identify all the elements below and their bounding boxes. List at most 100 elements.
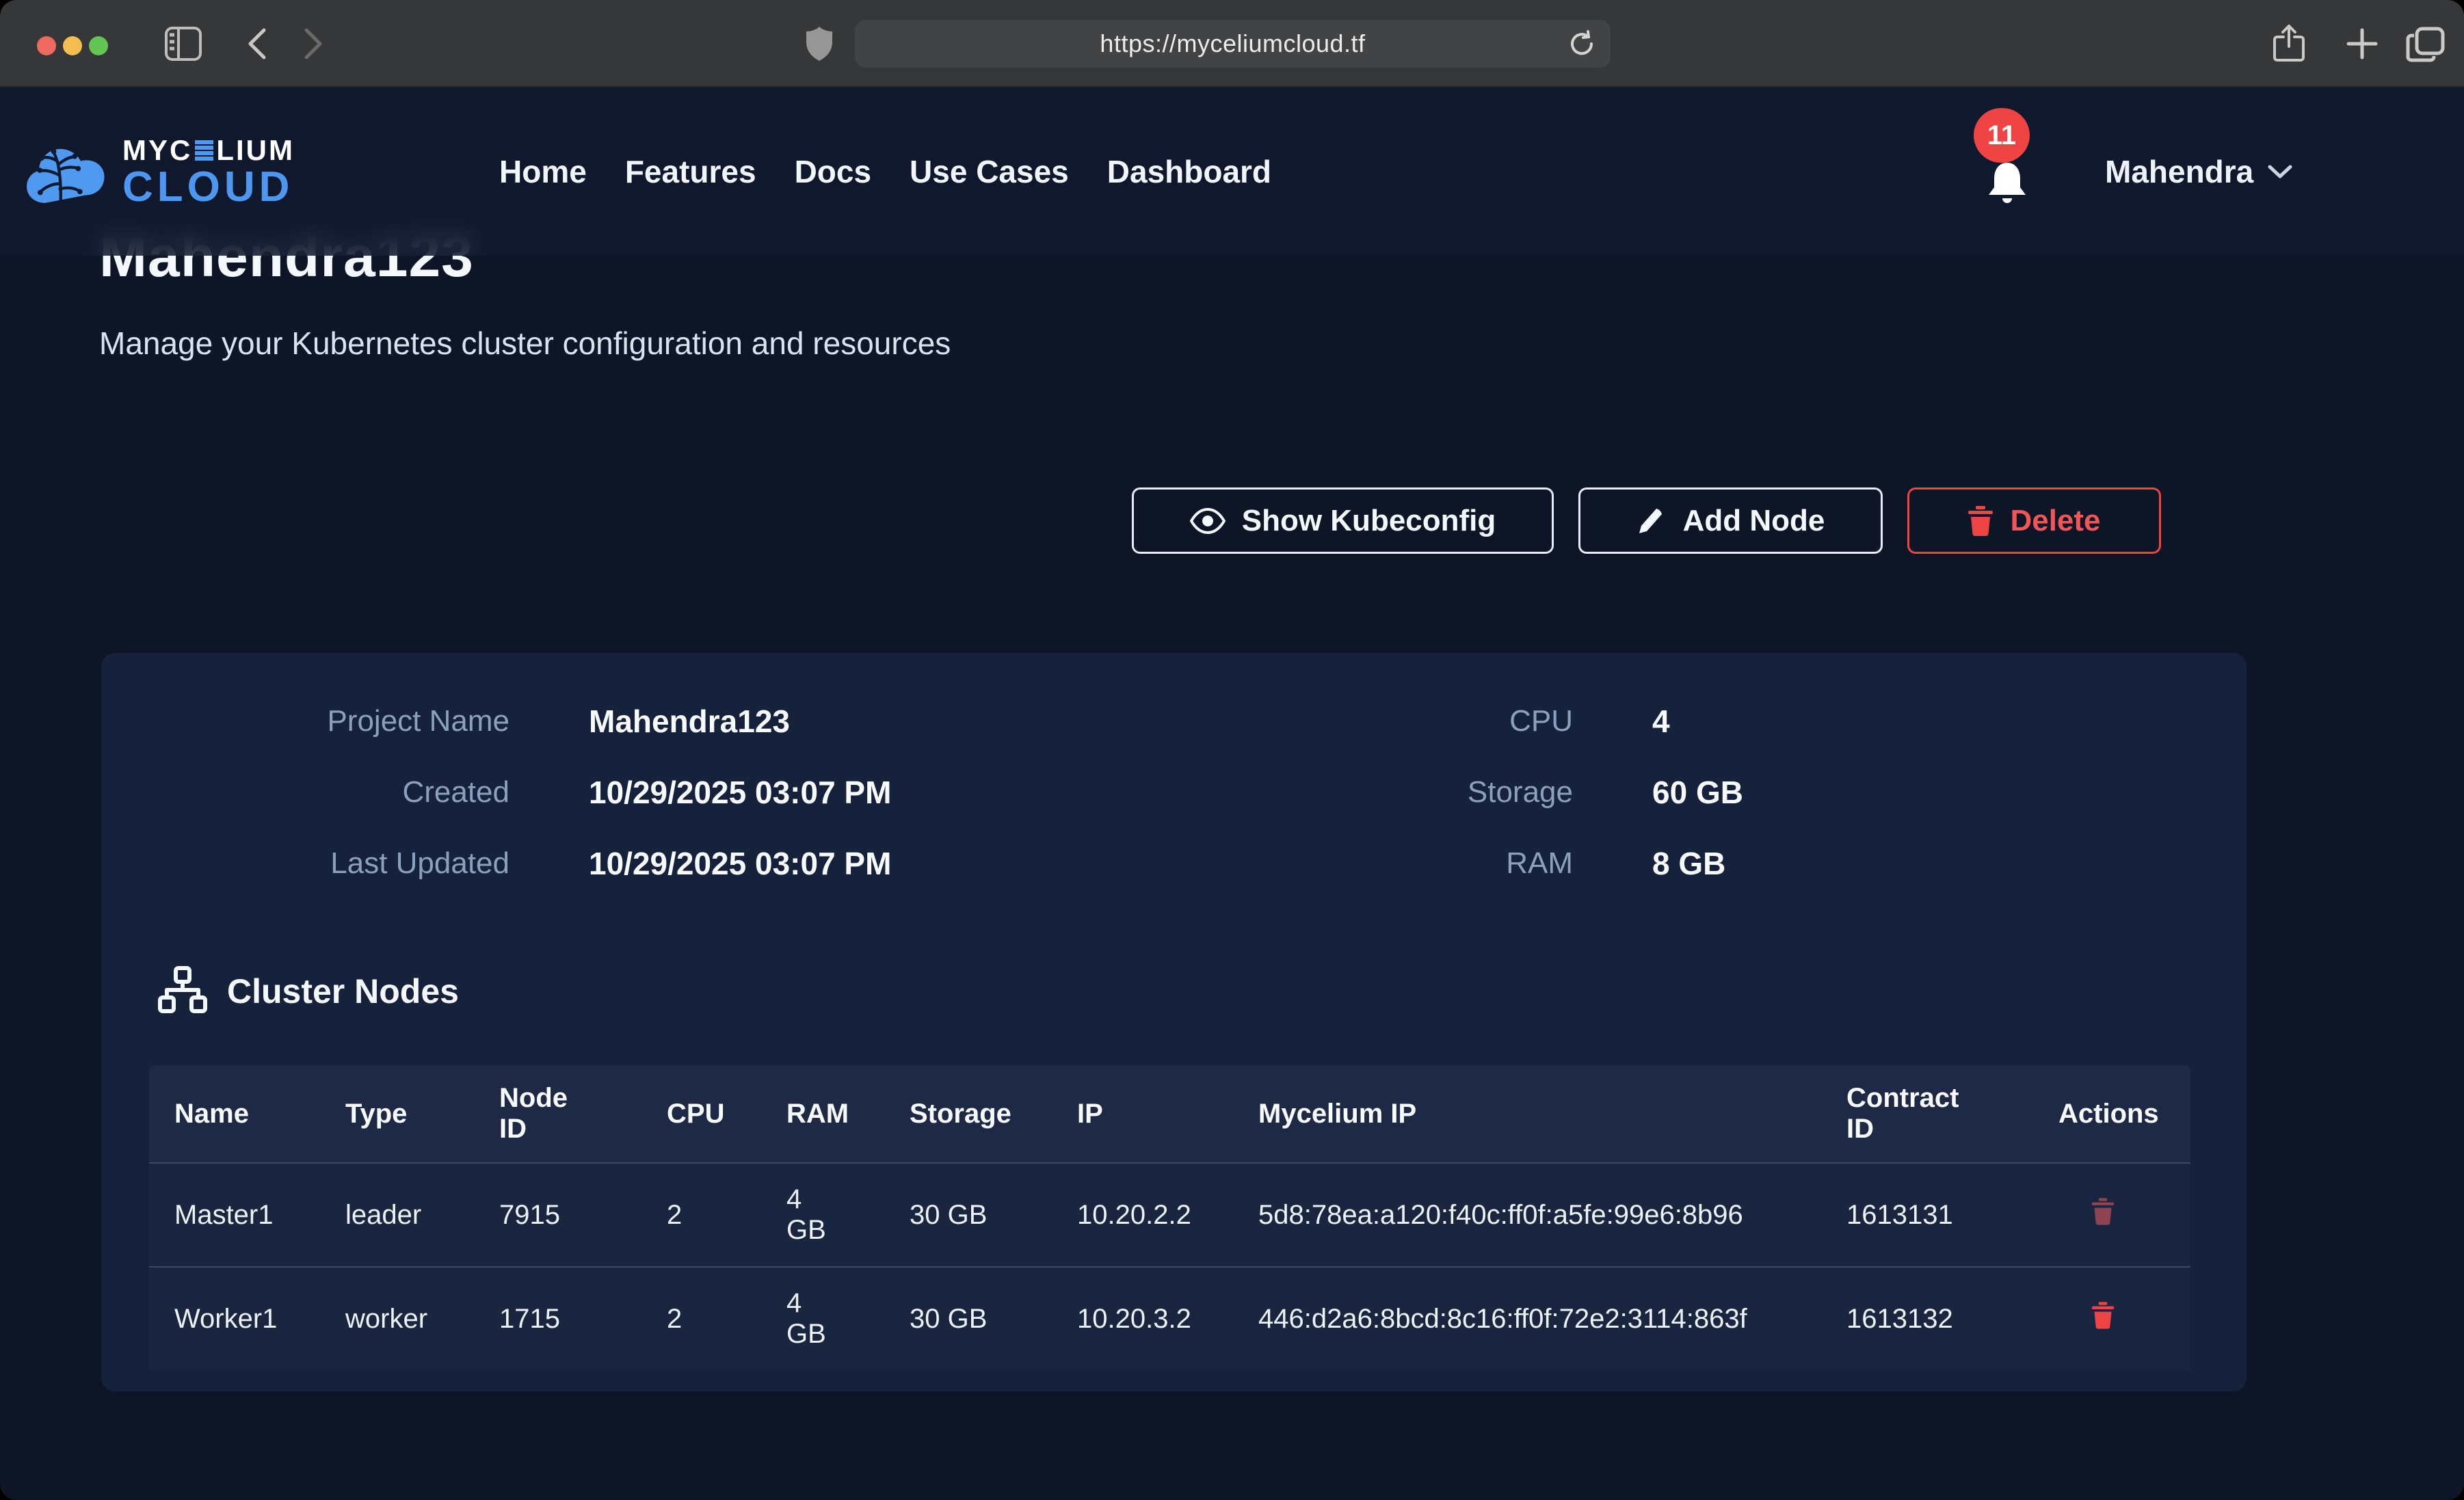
chevron-down-icon: [2267, 163, 2293, 180]
cell-contract-id: 1613131: [1846, 1200, 2058, 1231]
notification-badge: 11: [1974, 108, 2030, 163]
cell-mycelium-ip: 5d8:78ea:a120:f40c:ff0f:a5fe:99e6:8b96: [1258, 1196, 1768, 1234]
col-header-mycelium-ip: Mycelium IP: [1258, 1099, 1846, 1129]
delete-cluster-button[interactable]: Delete: [1907, 487, 2161, 554]
cell-type: worker: [345, 1304, 499, 1335]
node-row-master1: Master1 leader 7915 2 4 GB 30 GB 10.20.2…: [149, 1162, 2190, 1266]
col-header-contract-id: Contract ID: [1846, 1083, 1983, 1144]
nav-link-features[interactable]: Features: [625, 153, 756, 190]
tab-overview-icon[interactable]: [2406, 26, 2446, 63]
close-window-button[interactable]: [37, 36, 56, 55]
last-updated-label: Last Updated: [101, 846, 509, 881]
overview-row-ram: RAM 8 GB: [1165, 828, 1743, 899]
eye-icon: [1190, 508, 1226, 534]
cell-cpu: 2: [667, 1200, 786, 1231]
page-subtitle: Manage your Kubernetes cluster configura…: [99, 323, 951, 364]
col-header-cpu: CPU: [667, 1099, 786, 1129]
notifications-button[interactable]: 11: [1974, 108, 2056, 245]
user-menu[interactable]: Mahendra: [2105, 88, 2293, 256]
forward-button[interactable]: [302, 27, 326, 60]
cell-storage: 30 GB: [910, 1200, 1077, 1231]
mycelium-cloud-logo-icon: [24, 137, 111, 206]
delete-node-button[interactable]: [2091, 1301, 2115, 1330]
cluster-nodes-heading: Cluster Nodes: [157, 966, 459, 1017]
nav-link-dashboard[interactable]: Dashboard: [1107, 153, 1271, 190]
show-kubeconfig-button[interactable]: Show Kubeconfig: [1132, 487, 1554, 554]
overview-row-project-name: Project Name Mahendra123: [101, 686, 891, 757]
created-label: Created: [101, 775, 509, 809]
user-name: Mahendra: [2105, 153, 2253, 190]
trash-icon: [1968, 506, 1993, 536]
cluster-overview-panel: Project Name Mahendra123 Created 10/29/2…: [101, 653, 2247, 1391]
brand-wordmark: MYCLIUM CLOUD: [122, 135, 295, 209]
minimize-window-button[interactable]: [63, 36, 82, 55]
cell-type: leader: [345, 1200, 499, 1231]
overview-right-column: CPU 4 Storage 60 GB RAM 8 GB: [1165, 686, 1743, 899]
browser-window: https://myceliumcloud.tf: [0, 0, 2464, 1500]
col-header-actions: Actions: [2058, 1099, 2190, 1129]
nav-link-use-cases[interactable]: Use Cases: [910, 153, 1069, 190]
add-node-label: Add Node: [1683, 504, 1825, 538]
overview-row-cpu: CPU 4: [1165, 686, 1743, 757]
ram-label: RAM: [1165, 846, 1573, 881]
storage-value: 60 GB: [1652, 774, 1743, 811]
cluster-actions: Show Kubeconfig Add Node Delete: [1132, 487, 2161, 554]
cell-node-id: 7915: [499, 1200, 667, 1231]
new-tab-icon[interactable]: [2346, 27, 2379, 60]
cpu-label: CPU: [1165, 704, 1573, 738]
brand-line-mycelium: MYCLIUM: [122, 135, 295, 166]
cell-ram: 4 GB: [786, 1288, 834, 1350]
created-value: 10/29/2025 03:07 PM: [589, 774, 891, 811]
delete-label: Delete: [2010, 504, 2100, 538]
sidebar-toggle-icon[interactable]: [164, 26, 202, 62]
pencil-icon: [1637, 506, 1667, 536]
col-header-ram: RAM: [786, 1099, 910, 1129]
ram-value: 8 GB: [1652, 845, 1725, 882]
overview-left-column: Project Name Mahendra123 Created 10/29/2…: [101, 686, 891, 899]
cluster-nodes-icon: [157, 966, 208, 1017]
brand-logo[interactable]: MYCLIUM CLOUD: [24, 88, 295, 256]
nav-link-home[interactable]: Home: [499, 153, 587, 190]
reload-icon[interactable]: [1567, 29, 1597, 59]
show-kubeconfig-label: Show Kubeconfig: [1242, 504, 1496, 538]
stylized-e-icon: [195, 140, 213, 161]
share-icon[interactable]: [2272, 23, 2306, 64]
nav-links: Home Features Docs Use Cases Dashboard: [499, 88, 1271, 256]
project-name-label: Project Name: [101, 704, 509, 738]
col-header-node-id: Node ID: [499, 1083, 581, 1144]
overview-row-last-updated: Last Updated 10/29/2025 03:07 PM: [101, 828, 891, 899]
cluster-nodes-title: Cluster Nodes: [227, 972, 459, 1011]
cluster-nodes-table: Name Type Node ID CPU RAM Storage IP Myc…: [149, 1065, 2190, 1370]
table-header-row: Name Type Node ID CPU RAM Storage IP Myc…: [149, 1065, 2190, 1162]
brand-line-cloud: CLOUD: [122, 166, 295, 209]
overview-row-storage: Storage 60 GB: [1165, 757, 1743, 828]
privacy-shield-icon[interactable]: [806, 26, 833, 62]
cell-ram: 4 GB: [786, 1184, 834, 1246]
cpu-value: 4: [1652, 703, 1670, 740]
cell-mycelium-ip: 446:d2a6:8bcd:8c16:ff0f:72e2:3114:863f: [1258, 1300, 1768, 1338]
cell-ip: 10.20.2.2: [1077, 1200, 1258, 1231]
main-navbar: MYCLIUM CLOUD Home Features Docs Use Cas…: [0, 88, 2464, 256]
cell-storage: 30 GB: [910, 1304, 1077, 1335]
node-row-worker1: Worker1 worker 1715 2 4 GB 30 GB 10.20.3…: [149, 1266, 2190, 1370]
cell-name: Master1: [174, 1200, 345, 1231]
back-button[interactable]: [245, 27, 268, 60]
add-node-button[interactable]: Add Node: [1578, 487, 1883, 554]
cell-cpu: 2: [667, 1304, 786, 1335]
cell-contract-id: 1613132: [1846, 1304, 2058, 1335]
browser-toolbar: https://myceliumcloud.tf: [0, 0, 2464, 88]
last-updated-value: 10/29/2025 03:07 PM: [589, 845, 891, 882]
col-header-name: Name: [174, 1099, 345, 1129]
delete-node-button[interactable]: [2091, 1197, 2115, 1226]
trash-icon: [2091, 1301, 2115, 1330]
maximize-window-button[interactable]: [89, 36, 108, 55]
overview-row-created: Created 10/29/2025 03:07 PM: [101, 757, 891, 828]
address-bar[interactable]: https://myceliumcloud.tf: [855, 20, 1611, 68]
storage-label: Storage: [1165, 775, 1573, 809]
url-text: https://myceliumcloud.tf: [1100, 29, 1365, 58]
bell-icon: [1985, 160, 2030, 209]
cell-ip: 10.20.3.2: [1077, 1304, 1258, 1335]
col-header-ip: IP: [1077, 1099, 1258, 1129]
nav-link-docs[interactable]: Docs: [795, 153, 871, 190]
col-header-storage: Storage: [910, 1099, 1077, 1129]
